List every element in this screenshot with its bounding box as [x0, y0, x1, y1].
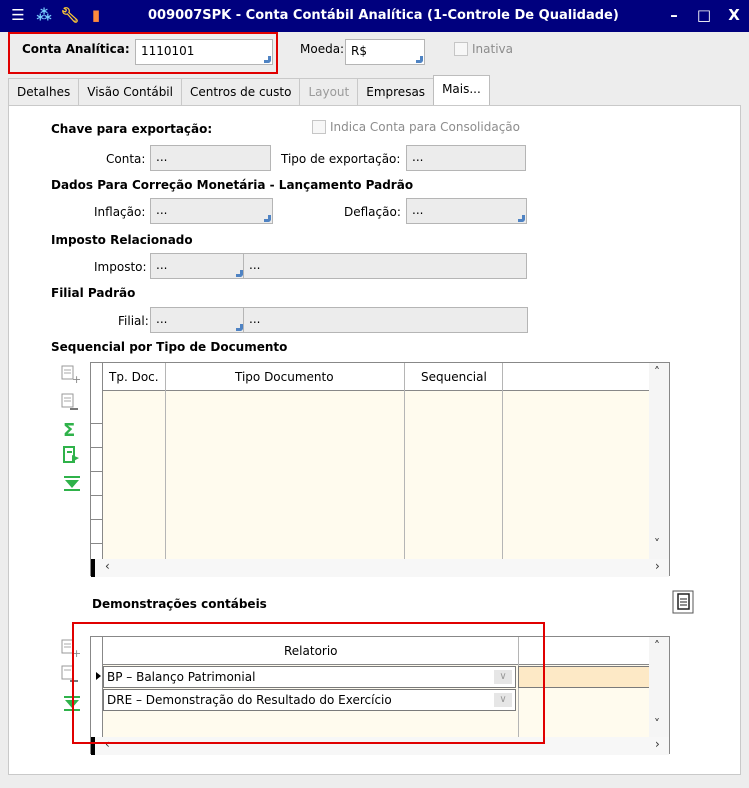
tree-icon[interactable]: ⁂ — [36, 6, 52, 24]
moeda-label: Moeda: — [300, 42, 345, 56]
inflacao-label: Inflação: — [94, 205, 146, 219]
grid-header — [91, 363, 669, 391]
tab-centros-de-custo[interactable]: Centros de custo — [180, 78, 301, 106]
row-indicator-column — [91, 363, 103, 559]
inflacao-field[interactable]: ... — [150, 198, 273, 224]
tab-mais[interactable]: Mais... — [433, 75, 490, 105]
column-header-tp-doc[interactable]: Tp. Doc. — [109, 370, 159, 384]
imposto-code-value: ... — [156, 258, 168, 272]
window-title: 009007SPK - Conta Contábil Analítica (1-… — [148, 8, 619, 23]
highlight-demonstracoes — [72, 622, 545, 744]
filial-desc-field[interactable]: ... — [243, 307, 528, 333]
svg-text:+: + — [72, 373, 80, 384]
deflacao-value: ... — [412, 203, 424, 217]
close-button[interactable]: X — [723, 5, 745, 25]
imposto-label: Imposto: — [94, 260, 147, 274]
inflacao-value: ... — [156, 203, 168, 217]
demonstracoes-section-title: Demonstrações contábeis — [92, 597, 267, 611]
document-icon[interactable] — [672, 590, 694, 614]
scroll-down-icon[interactable]: ˅ — [654, 537, 660, 551]
correcao-section-title: Dados Para Correção Monetária - Lançamen… — [51, 178, 414, 192]
minimize-button[interactable]: – — [663, 5, 685, 25]
scroll-down-icon[interactable]: ˅ — [654, 717, 660, 731]
scroll-right-icon[interactable]: › — [655, 737, 660, 751]
tab-layout[interactable]: Layout — [299, 78, 359, 106]
filial-section-title: Filial Padrão — [51, 286, 136, 300]
filial-code-field[interactable]: ... — [150, 307, 245, 333]
tab-bar: Detalhes Visão Contábil Centros de custo… — [8, 75, 490, 106]
wrench-icon[interactable]: 🔧︎ — [60, 6, 79, 24]
tipo-exportacao-label: Tipo de exportação: — [281, 152, 401, 166]
imposto-code-field[interactable]: ... — [150, 253, 245, 279]
imposto-desc-field[interactable]: ... — [243, 253, 527, 279]
column-header-tipo-documento[interactable]: Tipo Documento — [235, 370, 334, 384]
column-divider — [404, 363, 405, 559]
filial-label: Filial: — [118, 314, 149, 328]
scroll-up-icon[interactable]: ˄ — [654, 365, 660, 379]
sum-icon[interactable]: Σ — [62, 420, 84, 441]
add-row-icon[interactable]: + — [60, 364, 82, 386]
scroll-right-icon[interactable]: › — [655, 559, 660, 573]
vertical-scrollbar[interactable]: ˄ ˅ — [649, 637, 669, 737]
tab-detalhes[interactable]: Detalhes — [8, 78, 80, 106]
export-conta-label: Conta: — [106, 152, 146, 166]
maximize-button[interactable]: □ — [693, 5, 715, 25]
book-icon[interactable]: ▮ — [88, 6, 104, 24]
lookup-icon[interactable] — [518, 215, 525, 222]
imposto-desc-value: ... — [249, 258, 261, 272]
export-section-title: Chave para exportação: — [51, 122, 213, 136]
inativa-label: Inativa — [472, 42, 513, 56]
deflacao-label: Deflação: — [344, 205, 401, 219]
export-icon[interactable] — [62, 446, 84, 466]
horizontal-scrollbar[interactable]: ‹ › — [91, 559, 669, 577]
lookup-icon[interactable] — [416, 56, 423, 63]
consolidacao-checkbox[interactable] — [312, 120, 326, 134]
tab-empresas[interactable]: Empresas — [357, 78, 435, 106]
remove-row-icon[interactable] — [60, 392, 82, 412]
lookup-icon[interactable] — [236, 324, 243, 331]
column-divider — [165, 363, 166, 559]
export-conta-value: ... — [156, 150, 168, 164]
filial-code-value: ... — [156, 312, 168, 326]
deflacao-field[interactable]: ... — [406, 198, 527, 224]
window: ☰ ⁂ 🔧︎ ▮ 009007SPK - Conta Contábil Anal… — [0, 0, 749, 788]
svg-text:Σ: Σ — [63, 420, 75, 440]
imposto-section-title: Imposto Relacionado — [51, 233, 193, 247]
title-bar: ☰ ⁂ 🔧︎ ▮ 009007SPK - Conta Contábil Anal… — [0, 0, 749, 32]
sequencial-grid[interactable]: Tp. Doc. Tipo Documento Sequencial ˄ ˅ ‹… — [90, 362, 670, 577]
column-divider — [502, 363, 503, 559]
menu-icon[interactable]: ☰ — [10, 6, 26, 24]
inativa-checkbox[interactable] — [454, 42, 468, 56]
moeda-field[interactable]: R$ — [345, 39, 425, 65]
filter-icon[interactable] — [62, 474, 84, 494]
vertical-scrollbar[interactable]: ˄ ˅ — [649, 363, 669, 559]
highlight-conta — [8, 32, 278, 74]
tab-visao-contabil[interactable]: Visão Contábil — [78, 78, 182, 106]
moeda-value: R$ — [351, 44, 367, 58]
scroll-left-icon[interactable]: ‹ — [105, 559, 110, 573]
lookup-icon[interactable] — [236, 270, 243, 277]
sequencial-section-title: Sequencial por Tipo de Documento — [51, 340, 288, 354]
filial-desc-value: ... — [249, 312, 261, 326]
tipo-exportacao-value: ... — [412, 150, 424, 164]
export-conta-field[interactable]: ... — [150, 145, 271, 171]
consolidacao-label: Indica Conta para Consolidação — [330, 120, 520, 134]
lookup-icon[interactable] — [264, 215, 271, 222]
scroll-up-icon[interactable]: ˄ — [654, 639, 660, 653]
tipo-exportacao-field[interactable]: ... — [406, 145, 526, 171]
column-header-sequencial[interactable]: Sequencial — [421, 370, 487, 384]
